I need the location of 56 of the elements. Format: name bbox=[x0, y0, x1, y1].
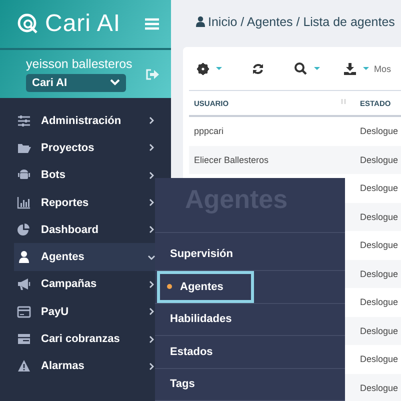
table-cell: Deslogue bbox=[355, 374, 401, 401]
caret-icon bbox=[363, 66, 369, 70]
nav-icon bbox=[17, 332, 31, 346]
nav-item[interactable]: Agentes bbox=[14, 243, 155, 271]
nav-icon bbox=[17, 222, 31, 237]
table-cell: Eliecer Ballesteros bbox=[189, 146, 355, 174]
breadcrumb: Inicio / Agentes / Lista de agentes bbox=[208, 14, 395, 28]
submenu-item[interactable]: Agentes bbox=[157, 270, 254, 303]
table-cell: Deslogue bbox=[355, 345, 401, 374]
download-button[interactable] bbox=[344, 62, 369, 74]
nav-icon bbox=[17, 250, 31, 264]
nav-item[interactable]: Proyectos bbox=[14, 134, 155, 162]
table-cell: Deslogue bbox=[355, 116, 401, 146]
chevron-down-icon bbox=[110, 79, 120, 86]
user-name: yeisson ballesteros bbox=[26, 56, 134, 70]
table-cell: Deslogue bbox=[355, 146, 401, 174]
nav-item[interactable]: PayU bbox=[14, 298, 155, 326]
settings-button[interactable] bbox=[197, 62, 222, 74]
caret-icon bbox=[314, 66, 320, 70]
table-cell: Deslogue bbox=[355, 174, 401, 202]
nav-item[interactable]: Campañas bbox=[14, 270, 155, 298]
nav-item[interactable]: Bots bbox=[14, 162, 155, 189]
nav-item[interactable]: Reportes bbox=[14, 188, 155, 216]
bullet-icon bbox=[167, 284, 172, 290]
refresh-button[interactable] bbox=[252, 62, 264, 74]
account-dropdown[interactable]: Cari AI bbox=[26, 74, 126, 92]
caret-icon bbox=[216, 66, 222, 70]
nav-icon bbox=[17, 359, 31, 374]
table-cell: Deslogue bbox=[355, 202, 401, 231]
settings-icon bbox=[197, 62, 209, 74]
table-cell: Deslogue bbox=[355, 288, 401, 316]
submenu-item[interactable]: Estados bbox=[157, 336, 220, 368]
refresh-icon bbox=[252, 62, 264, 74]
nav-item[interactable]: Dashboard bbox=[14, 216, 155, 244]
submenu-item[interactable]: Habilidades bbox=[157, 303, 239, 336]
nav-icon bbox=[17, 304, 31, 319]
nav-icon bbox=[17, 196, 31, 210]
table-cell: pppcari bbox=[189, 116, 355, 146]
user-icon bbox=[196, 16, 205, 27]
nav-item[interactable]: Alarmas bbox=[14, 352, 155, 380]
show-label: Mos bbox=[374, 64, 392, 74]
search-button[interactable] bbox=[294, 62, 320, 75]
sort-icon bbox=[341, 98, 346, 104]
table-cell: Deslogue bbox=[355, 316, 401, 345]
submenu-item[interactable]: Supervisión bbox=[157, 238, 240, 270]
logo-icon bbox=[17, 13, 39, 35]
download-icon bbox=[344, 62, 356, 74]
nav-icon bbox=[17, 277, 31, 292]
brand-name: Cari AI bbox=[45, 10, 122, 38]
nav-icon bbox=[17, 114, 31, 128]
table-cell: Deslogue bbox=[355, 231, 401, 260]
submenu-item[interactable]: Tags bbox=[157, 368, 202, 400]
table-cell: Deslogue bbox=[355, 260, 401, 288]
search-icon bbox=[294, 62, 307, 75]
nav-item[interactable]: Administración bbox=[14, 107, 155, 134]
nav-item[interactable]: Cari cobranzas bbox=[14, 325, 155, 353]
